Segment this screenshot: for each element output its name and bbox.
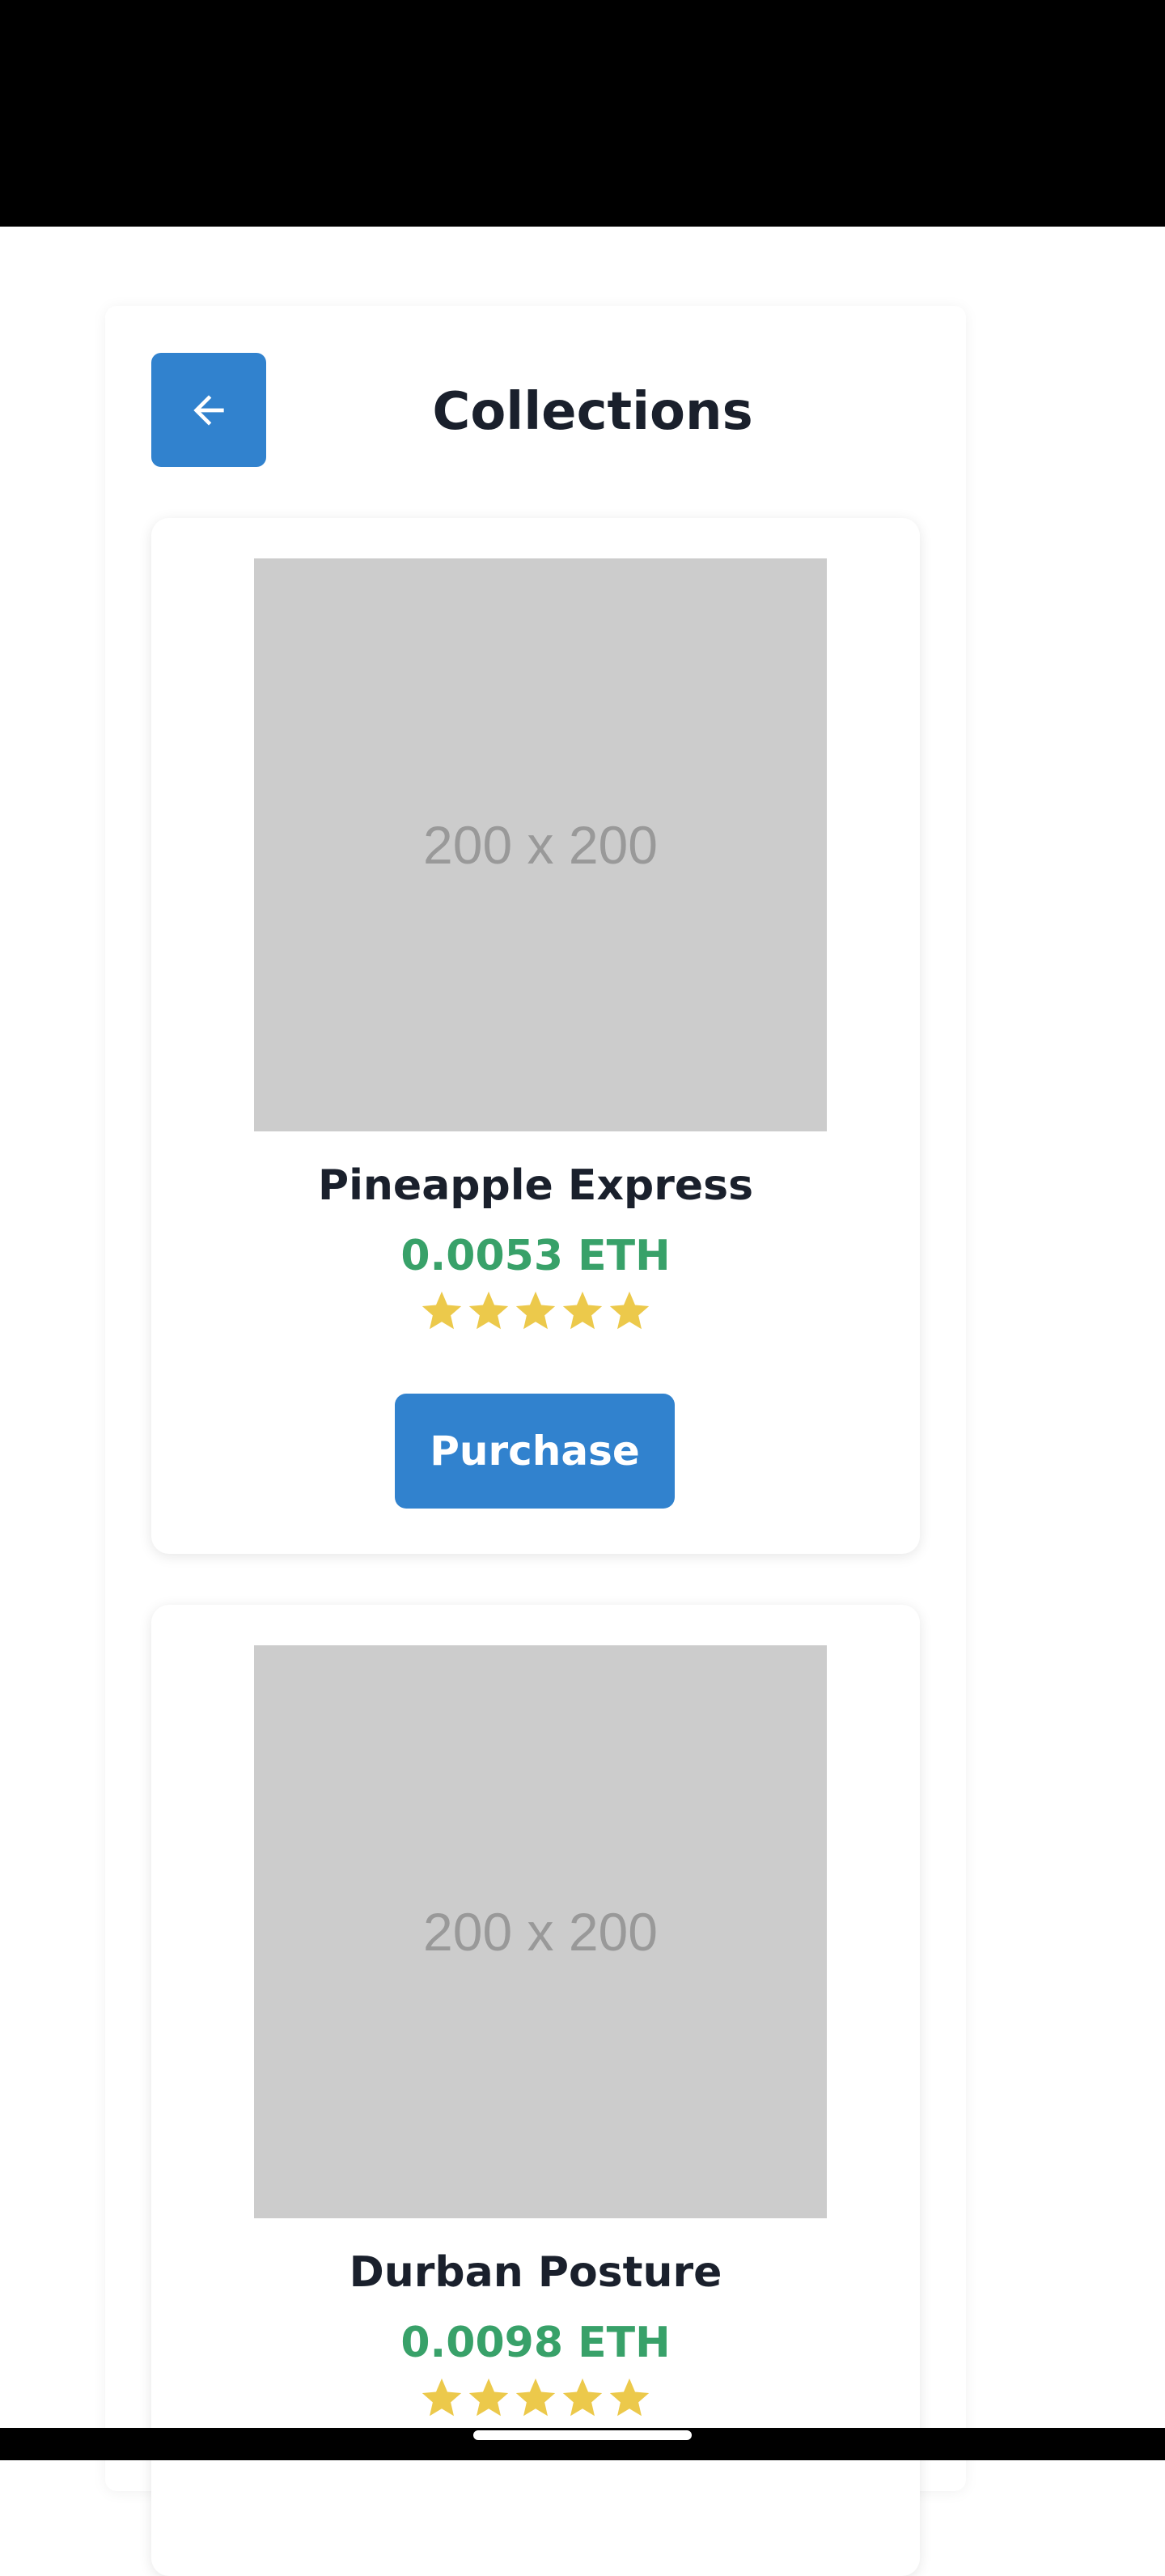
star-icon xyxy=(468,1291,509,1330)
product-image-placeholder: 200 x 200 xyxy=(254,558,827,1131)
product-price: 0.0053 ETH xyxy=(400,1232,671,1280)
back-button[interactable] xyxy=(151,353,266,467)
rating-stars xyxy=(151,1283,920,1339)
home-indicator[interactable] xyxy=(473,2430,692,2440)
product-card: 200 x 200 Pineapple Express 0.0053 ETH P… xyxy=(151,518,920,1554)
rating-stars xyxy=(151,2370,920,2426)
star-icon xyxy=(609,1291,650,1330)
status-bar xyxy=(0,0,1165,227)
purchase-button[interactable]: Purchase xyxy=(395,1394,675,1509)
star-icon xyxy=(515,1291,556,1330)
star-icon xyxy=(515,2378,556,2417)
page-title: Collections xyxy=(432,382,753,442)
arrow-left-icon xyxy=(193,394,224,426)
product-price: 0.0098 ETH xyxy=(400,2319,671,2367)
product-name: Durban Posture xyxy=(349,2248,722,2297)
product-name: Pineapple Express xyxy=(317,1161,754,1210)
star-icon xyxy=(468,2378,509,2417)
star-icon xyxy=(422,2378,462,2417)
product-image-placeholder: 200 x 200 xyxy=(254,1645,827,2218)
star-icon xyxy=(562,1291,603,1330)
star-icon xyxy=(422,1291,462,1330)
star-icon xyxy=(609,2378,650,2417)
star-icon xyxy=(562,2378,603,2417)
